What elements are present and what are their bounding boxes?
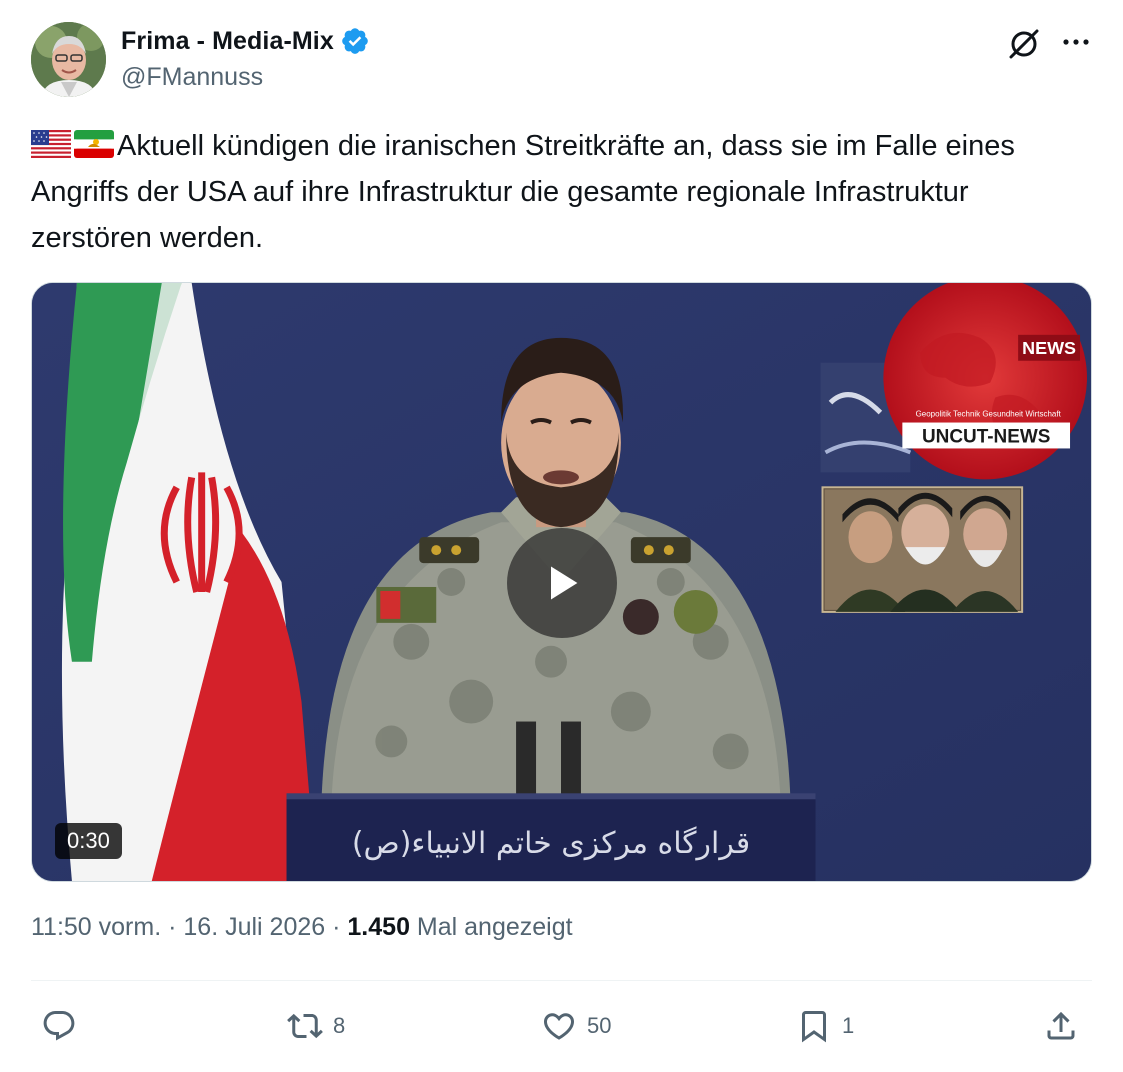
play-icon: [551, 566, 578, 600]
share-button[interactable]: [1043, 1000, 1079, 1052]
action-bar: 8 50 1: [31, 1000, 1092, 1052]
verified-badge-icon[interactable]: [340, 26, 370, 56]
heart-icon: [543, 1013, 575, 1040]
video-player[interactable]: NEWS Geopolitik Technik Gesundheit Wirts…: [31, 282, 1092, 882]
reply-button[interactable]: [41, 1000, 77, 1052]
share-icon: [1047, 1011, 1075, 1040]
tweet-meta: 11:50 vorm. · 16. Juli 2026 · 1.450 Mal …: [31, 913, 573, 942]
podium-text: قرارگاه مرکزی خاتم الانبیاء(ص): [352, 826, 750, 861]
views-label: Mal angezeigt: [416, 913, 573, 941]
tweet-text: Aktuell kündigen die iranischen Streitkr…: [31, 123, 1081, 261]
author-name-row: Frima - Media-Mix: [121, 26, 370, 56]
author-display-name[interactable]: Frima - Media-Mix: [121, 27, 334, 56]
grok-icon[interactable]: [1006, 26, 1042, 62]
repost-count: 8: [333, 1013, 346, 1038]
like-count: 50: [587, 1013, 612, 1038]
views-count: 1.450: [347, 913, 410, 941]
reply-icon: [43, 1011, 75, 1041]
tweet-text-content: Aktuell kündigen die iranischen Streitkr…: [31, 130, 1015, 254]
news-badge-text: NEWS: [1022, 338, 1076, 358]
more-icon[interactable]: [1058, 26, 1094, 58]
play-button[interactable]: [507, 528, 617, 638]
tweet-time[interactable]: 11:50 vorm.: [31, 913, 161, 941]
tweet-date[interactable]: 16. Juli 2026: [183, 913, 325, 941]
author-handle[interactable]: @FMannuss: [121, 63, 263, 92]
meta-separator: ·: [332, 913, 341, 941]
us-flag-icon: [31, 130, 71, 158]
video-duration: 0:30: [55, 823, 122, 859]
meta-separator: ·: [168, 913, 177, 941]
bookmark-button[interactable]: 1: [796, 1000, 854, 1052]
news-tagline-text: Geopolitik Technik Gesundheit Wirtschaft: [916, 410, 1062, 419]
repost-icon: [287, 1013, 323, 1039]
news-title-text: UNCUT-NEWS: [922, 426, 1050, 447]
like-button[interactable]: 50: [541, 1000, 611, 1052]
bookmark-icon: [802, 1011, 826, 1043]
bookmark-count: 1: [842, 1013, 855, 1038]
divider: [31, 980, 1092, 981]
repost-button[interactable]: 8: [287, 1000, 345, 1052]
avatar[interactable]: [31, 22, 106, 97]
iran-lion-sun-flag-icon: [74, 130, 114, 158]
